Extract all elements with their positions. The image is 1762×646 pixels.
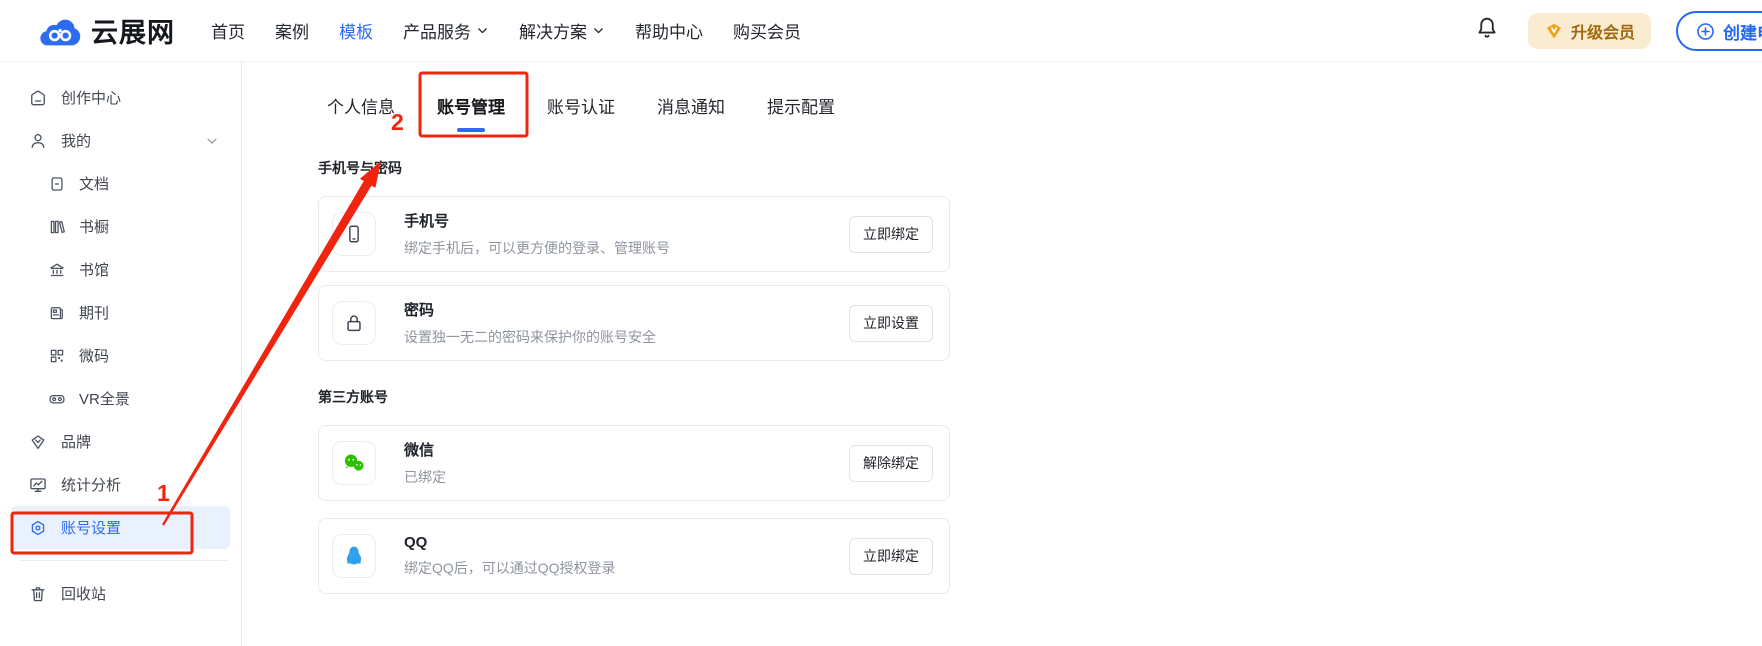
left-sidebar: 创作中心 我的 文档 书橱 [0, 62, 242, 646]
plus-circle-icon [1695, 21, 1716, 42]
card-description: 绑定手机后，可以更方便的登录、管理账号 [404, 238, 670, 258]
tab-account-management[interactable]: 账号管理 [437, 93, 505, 132]
sidebar-label: 我的 [61, 130, 91, 151]
sidebar-label: 书馆 [79, 259, 109, 280]
brand-logo[interactable]: 云展网 [38, 11, 175, 50]
sidebar-label: 创作中心 [61, 87, 121, 108]
card-title: 微信 [404, 439, 446, 460]
user-icon [28, 131, 48, 151]
card-description: 绑定QQ后，可以通过QQ授权登录 [404, 558, 616, 578]
sidebar-item-creation-center[interactable]: 创作中心 [0, 76, 241, 119]
bookshelf-icon [48, 218, 66, 236]
main-nav: 首页 案例 模板 产品服务 解决方案 帮助中心 购买会员 [211, 18, 801, 43]
upgrade-membership-button[interactable]: 升级会员 [1528, 13, 1651, 49]
sidebar-item-account-settings[interactable]: 账号设置 [11, 506, 230, 549]
card-phone-number: 手机号 绑定手机后，可以更方便的登录、管理账号 立即绑定 [318, 196, 950, 272]
sidebar-item-library[interactable]: 书馆 [0, 248, 241, 291]
sidebar-label: 期刊 [79, 302, 109, 323]
lock-icon [332, 301, 376, 345]
card-title: 密码 [404, 299, 656, 320]
sidebar-item-periodicals[interactable]: 期刊 [0, 291, 241, 334]
sidebar-label: 书橱 [79, 216, 109, 237]
sidebar-item-statistics[interactable]: 统计分析 [0, 463, 241, 506]
brand-name: 云展网 [91, 11, 175, 50]
account-settings-gear-icon [28, 518, 48, 538]
tab-message-notifications[interactable]: 消息通知 [657, 93, 725, 132]
bind-phone-button[interactable]: 立即绑定 [849, 216, 933, 253]
chevron-down-icon [205, 134, 219, 148]
nav-item-products[interactable]: 产品服务 [403, 18, 489, 43]
section-title-third-party: 第三方账号 [318, 387, 950, 407]
sidebar-label: 统计分析 [61, 474, 121, 495]
card-password: 密码 设置独一无二的密码来保护你的账号安全 立即设置 [318, 285, 950, 361]
nav-item-home[interactable]: 首页 [211, 18, 245, 43]
card-description: 设置独一无二的密码来保护你的账号安全 [404, 327, 656, 347]
sidebar-item-qr-codes[interactable]: 微码 [0, 334, 241, 377]
section-title-phone-password: 手机号与密码 [318, 158, 950, 178]
create-label: 创建电 [1723, 19, 1762, 44]
card-status: 已绑定 [404, 467, 446, 487]
vr-goggles-icon [48, 390, 66, 408]
unbind-wechat-button[interactable]: 解除绑定 [849, 445, 933, 482]
upgrade-label: 升级会员 [1571, 19, 1635, 43]
sidebar-label: 微码 [79, 345, 109, 366]
chevron-down-icon [592, 24, 605, 37]
library-building-icon [48, 261, 66, 279]
sidebar-item-vr-panorama[interactable]: VR全景 [0, 377, 241, 420]
sidebar-item-bookshelf[interactable]: 书橱 [0, 205, 241, 248]
main-panel: 个人信息 账号管理 账号认证 消息通知 提示配置 手机号与密码 手机号 绑定手机… [242, 62, 1762, 646]
top-navbar: 云展网 首页 案例 模板 产品服务 解决方案 帮助中心 购买会员 [0, 0, 1762, 62]
create-ebook-button[interactable]: 创建电 [1676, 11, 1762, 51]
tab-personal-info[interactable]: 个人信息 [327, 93, 395, 132]
set-password-button[interactable]: 立即设置 [849, 305, 933, 342]
nav-item-cases[interactable]: 案例 [275, 18, 309, 43]
sidebar-label: 账号设置 [61, 517, 121, 538]
sidebar-item-mine[interactable]: 我的 [0, 119, 241, 162]
qq-icon [332, 534, 376, 578]
sidebar-item-documents[interactable]: 文档 [0, 162, 241, 205]
vip-badge-icon [1544, 21, 1564, 41]
card-wechat: 微信 已绑定 解除绑定 [318, 425, 950, 501]
nav-item-templates[interactable]: 模板 [339, 18, 373, 43]
sidebar-item-recycle-bin[interactable]: 回收站 [0, 572, 241, 615]
sidebar-divider [20, 560, 229, 561]
creation-center-icon [28, 88, 48, 108]
statistics-icon [28, 475, 48, 495]
magazine-icon [48, 304, 66, 322]
qr-code-icon [48, 347, 66, 365]
wechat-icon [332, 441, 376, 485]
cloud-logo-icon [38, 14, 82, 48]
trash-icon [28, 584, 48, 604]
tab-account-verification[interactable]: 账号认证 [547, 93, 615, 132]
document-icon [48, 175, 66, 193]
card-title: 手机号 [404, 210, 670, 231]
nav-item-buy-membership[interactable]: 购买会员 [733, 18, 801, 43]
chevron-down-icon [476, 24, 489, 37]
sidebar-label: 回收站 [61, 583, 106, 604]
sidebar-item-brand[interactable]: 品牌 [0, 420, 241, 463]
tab-prompt-settings[interactable]: 提示配置 [767, 93, 835, 132]
nav-item-help-center[interactable]: 帮助中心 [635, 18, 703, 43]
phone-icon [332, 212, 376, 256]
card-qq: QQ 绑定QQ后，可以通过QQ授权登录 立即绑定 [318, 518, 950, 594]
sidebar-label: 品牌 [61, 431, 91, 452]
bind-qq-button[interactable]: 立即绑定 [849, 538, 933, 575]
notification-bell-icon[interactable] [1474, 14, 1500, 44]
brand-gem-icon [28, 432, 48, 452]
settings-tabs: 个人信息 账号管理 账号认证 消息通知 提示配置 [318, 62, 950, 132]
nav-item-solutions[interactable]: 解决方案 [519, 18, 605, 43]
card-title: QQ [404, 534, 616, 551]
sidebar-label: VR全景 [79, 388, 130, 409]
sidebar-label: 文档 [79, 173, 109, 194]
